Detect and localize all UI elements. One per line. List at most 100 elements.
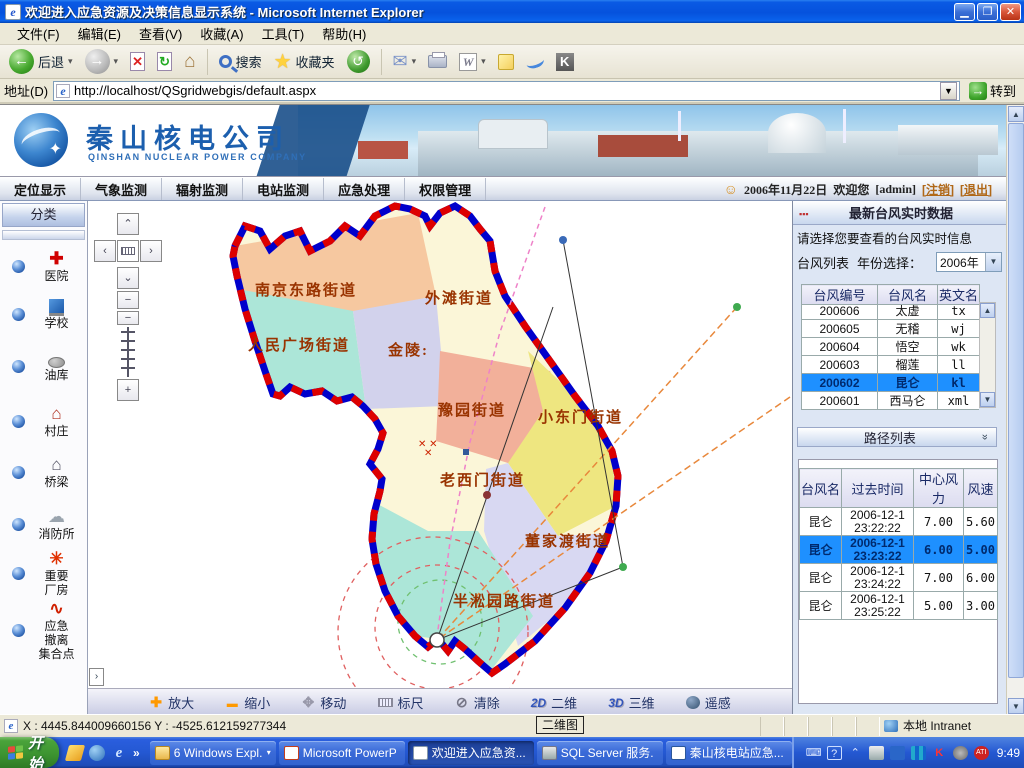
taskbar-window-button[interactable]: 6 Windows Expl... ▾ — [150, 741, 276, 765]
map-tool-button[interactable]: 缩小 — [225, 693, 270, 712]
typhoon-row[interactable]: 200601 西马仑 xml — [802, 392, 980, 410]
menu-item[interactable]: 查看(V) — [130, 22, 191, 45]
path-row[interactable]: 昆仑 2006-12-123:24:22 7.00 6.00 — [800, 564, 998, 592]
map-tool-button[interactable]: 放大 — [149, 693, 194, 712]
back-button[interactable]: ← 后退 ▾ — [4, 47, 78, 77]
taskbar-window-button[interactable]: 秦山核电站应急... — [666, 741, 792, 765]
year-select-arrow-icon[interactable]: ▼ — [985, 253, 1001, 271]
sidebar-category-item[interactable]: 桥梁 — [0, 455, 88, 489]
messenger-button[interactable] — [521, 47, 549, 77]
maximize-button[interactable]: ❐ — [977, 3, 998, 21]
sidebar-category-item[interactable]: 油库 — [0, 351, 88, 382]
address-url[interactable]: http://localhost/QSgridwebgis/default.as… — [74, 83, 940, 98]
sphere-bullet-icon[interactable] — [12, 360, 25, 373]
path-row[interactable]: 昆仑 2006-12-123:23:22 6.00 5.00 — [800, 536, 998, 564]
map-tool-button[interactable]: 标尺 — [378, 693, 424, 712]
nav-tab[interactable]: 辐射监测 — [162, 178, 243, 200]
menu-item[interactable]: 工具(T) — [253, 22, 314, 45]
pan-left-button[interactable]: ‹ — [94, 240, 116, 262]
map-tool-button[interactable]: 二维 — [531, 693, 577, 712]
help-tray-icon[interactable]: ? — [827, 746, 842, 760]
nav-tab[interactable]: 权限管理 — [405, 178, 486, 200]
taskbar-window-button[interactable]: 欢迎进入应急资... — [408, 741, 534, 765]
sphere-bullet-icon[interactable] — [12, 308, 25, 321]
minimize-button[interactable]: ▁ — [954, 3, 975, 21]
kaspersky-tray-icon[interactable]: K — [932, 746, 947, 760]
search-button[interactable]: 搜索 — [214, 47, 267, 77]
map-tool-button[interactable]: 清除 — [455, 693, 500, 712]
menu-item[interactable]: 编辑(E) — [69, 22, 130, 45]
page-scroll-up-icon[interactable]: ▲ — [1008, 106, 1024, 122]
pad-center-button[interactable] — [117, 240, 139, 262]
keyboard-tray-icon[interactable]: ⌨ — [806, 746, 821, 760]
antivirus-button[interactable]: K — [551, 47, 579, 77]
sidebar-category-item[interactable]: 应急 撤离 集合点 — [0, 599, 88, 661]
menu-item[interactable]: 文件(F) — [8, 22, 69, 45]
collapse-chevron-icon[interactable]: « — [979, 434, 991, 440]
stop-button[interactable]: ✕ — [125, 47, 150, 77]
sidebar-category-item[interactable]: 医院 — [0, 249, 88, 283]
district-map[interactable]: ✕ ✕ ✕ — [88, 201, 792, 688]
scroll-down-icon[interactable]: ▼ — [980, 392, 995, 407]
typhoon-row[interactable]: 200603 榴莲 ll — [802, 356, 980, 374]
logout-link[interactable]: [注销] — [922, 181, 954, 198]
sidebar-category-item[interactable]: 学校 — [0, 299, 88, 330]
print-button[interactable] — [423, 47, 452, 77]
favorites-button[interactable]: ★ 收藏夹 — [269, 47, 340, 77]
sphere-bullet-icon[interactable] — [12, 518, 25, 531]
page-scrollbar[interactable]: ▲ ▼ — [1006, 105, 1024, 715]
nav-tab[interactable]: 气象监测 — [81, 178, 162, 200]
path-row[interactable]: 昆仑 2006-12-123:22:22 7.00 5.60 — [800, 508, 998, 536]
zoom-slider[interactable] — [127, 327, 129, 377]
taskbar-window-button[interactable]: Microsoft PowerP... — [279, 741, 405, 765]
path-list-header[interactable]: 路径列表 « — [797, 427, 997, 447]
back-dropdown-icon[interactable]: ▾ — [68, 56, 73, 67]
pan-right-button[interactable]: › — [140, 240, 162, 262]
zoom-out-pad-button[interactable]: − — [117, 291, 139, 309]
sidebar-category-item[interactable]: 村庄 — [0, 404, 88, 438]
map-tool-button[interactable]: 移动 — [301, 693, 346, 712]
exit-link[interactable]: [退出] — [960, 181, 992, 198]
typhoon-row[interactable]: 200602 昆仑 kl — [802, 374, 980, 392]
tray-chevron-icon[interactable]: ⌃ — [848, 746, 863, 760]
page-scroll-thumb[interactable] — [1008, 123, 1024, 678]
address-field[interactable]: e http://localhost/QSgridwebgis/default.… — [53, 81, 960, 101]
map-area[interactable]: ✕ ✕ ✕ 南京东路街道外滩街道人民广场街道金陵:豫园街道小东门街道老西门街道董… — [88, 201, 792, 715]
typhoon-table-scrollbar[interactable]: ▲ ▼ — [979, 302, 996, 408]
close-button[interactable]: ✕ — [1000, 3, 1021, 21]
menu-item[interactable]: 收藏(A) — [191, 22, 252, 45]
notes-button[interactable] — [493, 47, 519, 77]
sphere-bullet-icon[interactable] — [12, 260, 25, 273]
zoom-in-pad-button[interactable]: + — [117, 379, 139, 401]
volume-tray-icon[interactable] — [953, 746, 968, 760]
sphere-bullet-icon[interactable] — [12, 415, 25, 428]
refresh-button[interactable]: ↻ — [152, 47, 177, 77]
map-tool-button[interactable]: 三维 — [608, 693, 654, 712]
typhoon-row[interactable]: 200606 太虚 tx — [802, 305, 980, 320]
path-row[interactable]: 昆仑 2006-12-123:25:22 5.00 3.00 — [800, 592, 998, 620]
nav-tab[interactable]: 电站监测 — [243, 178, 324, 200]
sphere-bullet-icon[interactable] — [12, 466, 25, 479]
sidebar-category-item[interactable]: 重要 厂房 — [0, 549, 88, 597]
nav-tab[interactable]: 定位显示 — [0, 178, 81, 200]
scroll-up-icon[interactable]: ▲ — [980, 303, 995, 318]
quicklaunch-messenger-icon[interactable] — [65, 745, 85, 761]
year-select[interactable]: 2006年 ▼ — [936, 252, 1002, 272]
quicklaunch-more-icon[interactable]: » — [133, 746, 140, 760]
edit-word-button[interactable]: W▾ — [454, 47, 491, 77]
sphere-bullet-icon[interactable] — [12, 567, 25, 580]
map-tool-button[interactable]: 遥感 — [686, 693, 731, 712]
taskbar-window-button[interactable]: SQL Server 服务... — [537, 741, 663, 765]
history-button[interactable]: ↺ — [342, 47, 375, 77]
typhoon-row[interactable]: 200604 悟空 wk — [802, 338, 980, 356]
address-dropdown-button[interactable]: ▼ — [940, 82, 957, 100]
typhoon-row[interactable]: 200605 无稽 wj — [802, 320, 980, 338]
menu-item[interactable]: 帮助(H) — [313, 22, 375, 45]
quicklaunch-ie-icon[interactable]: e — [111, 745, 127, 761]
nav-tab[interactable]: 应急处理 — [324, 178, 405, 200]
ati-tray-icon[interactable]: ATI — [974, 746, 989, 760]
network-tray-icon[interactable] — [890, 746, 905, 760]
grid-tray-icon[interactable] — [911, 746, 926, 760]
pan-down-button[interactable]: ⌄ — [117, 267, 139, 289]
sphere-bullet-icon[interactable] — [12, 624, 25, 637]
